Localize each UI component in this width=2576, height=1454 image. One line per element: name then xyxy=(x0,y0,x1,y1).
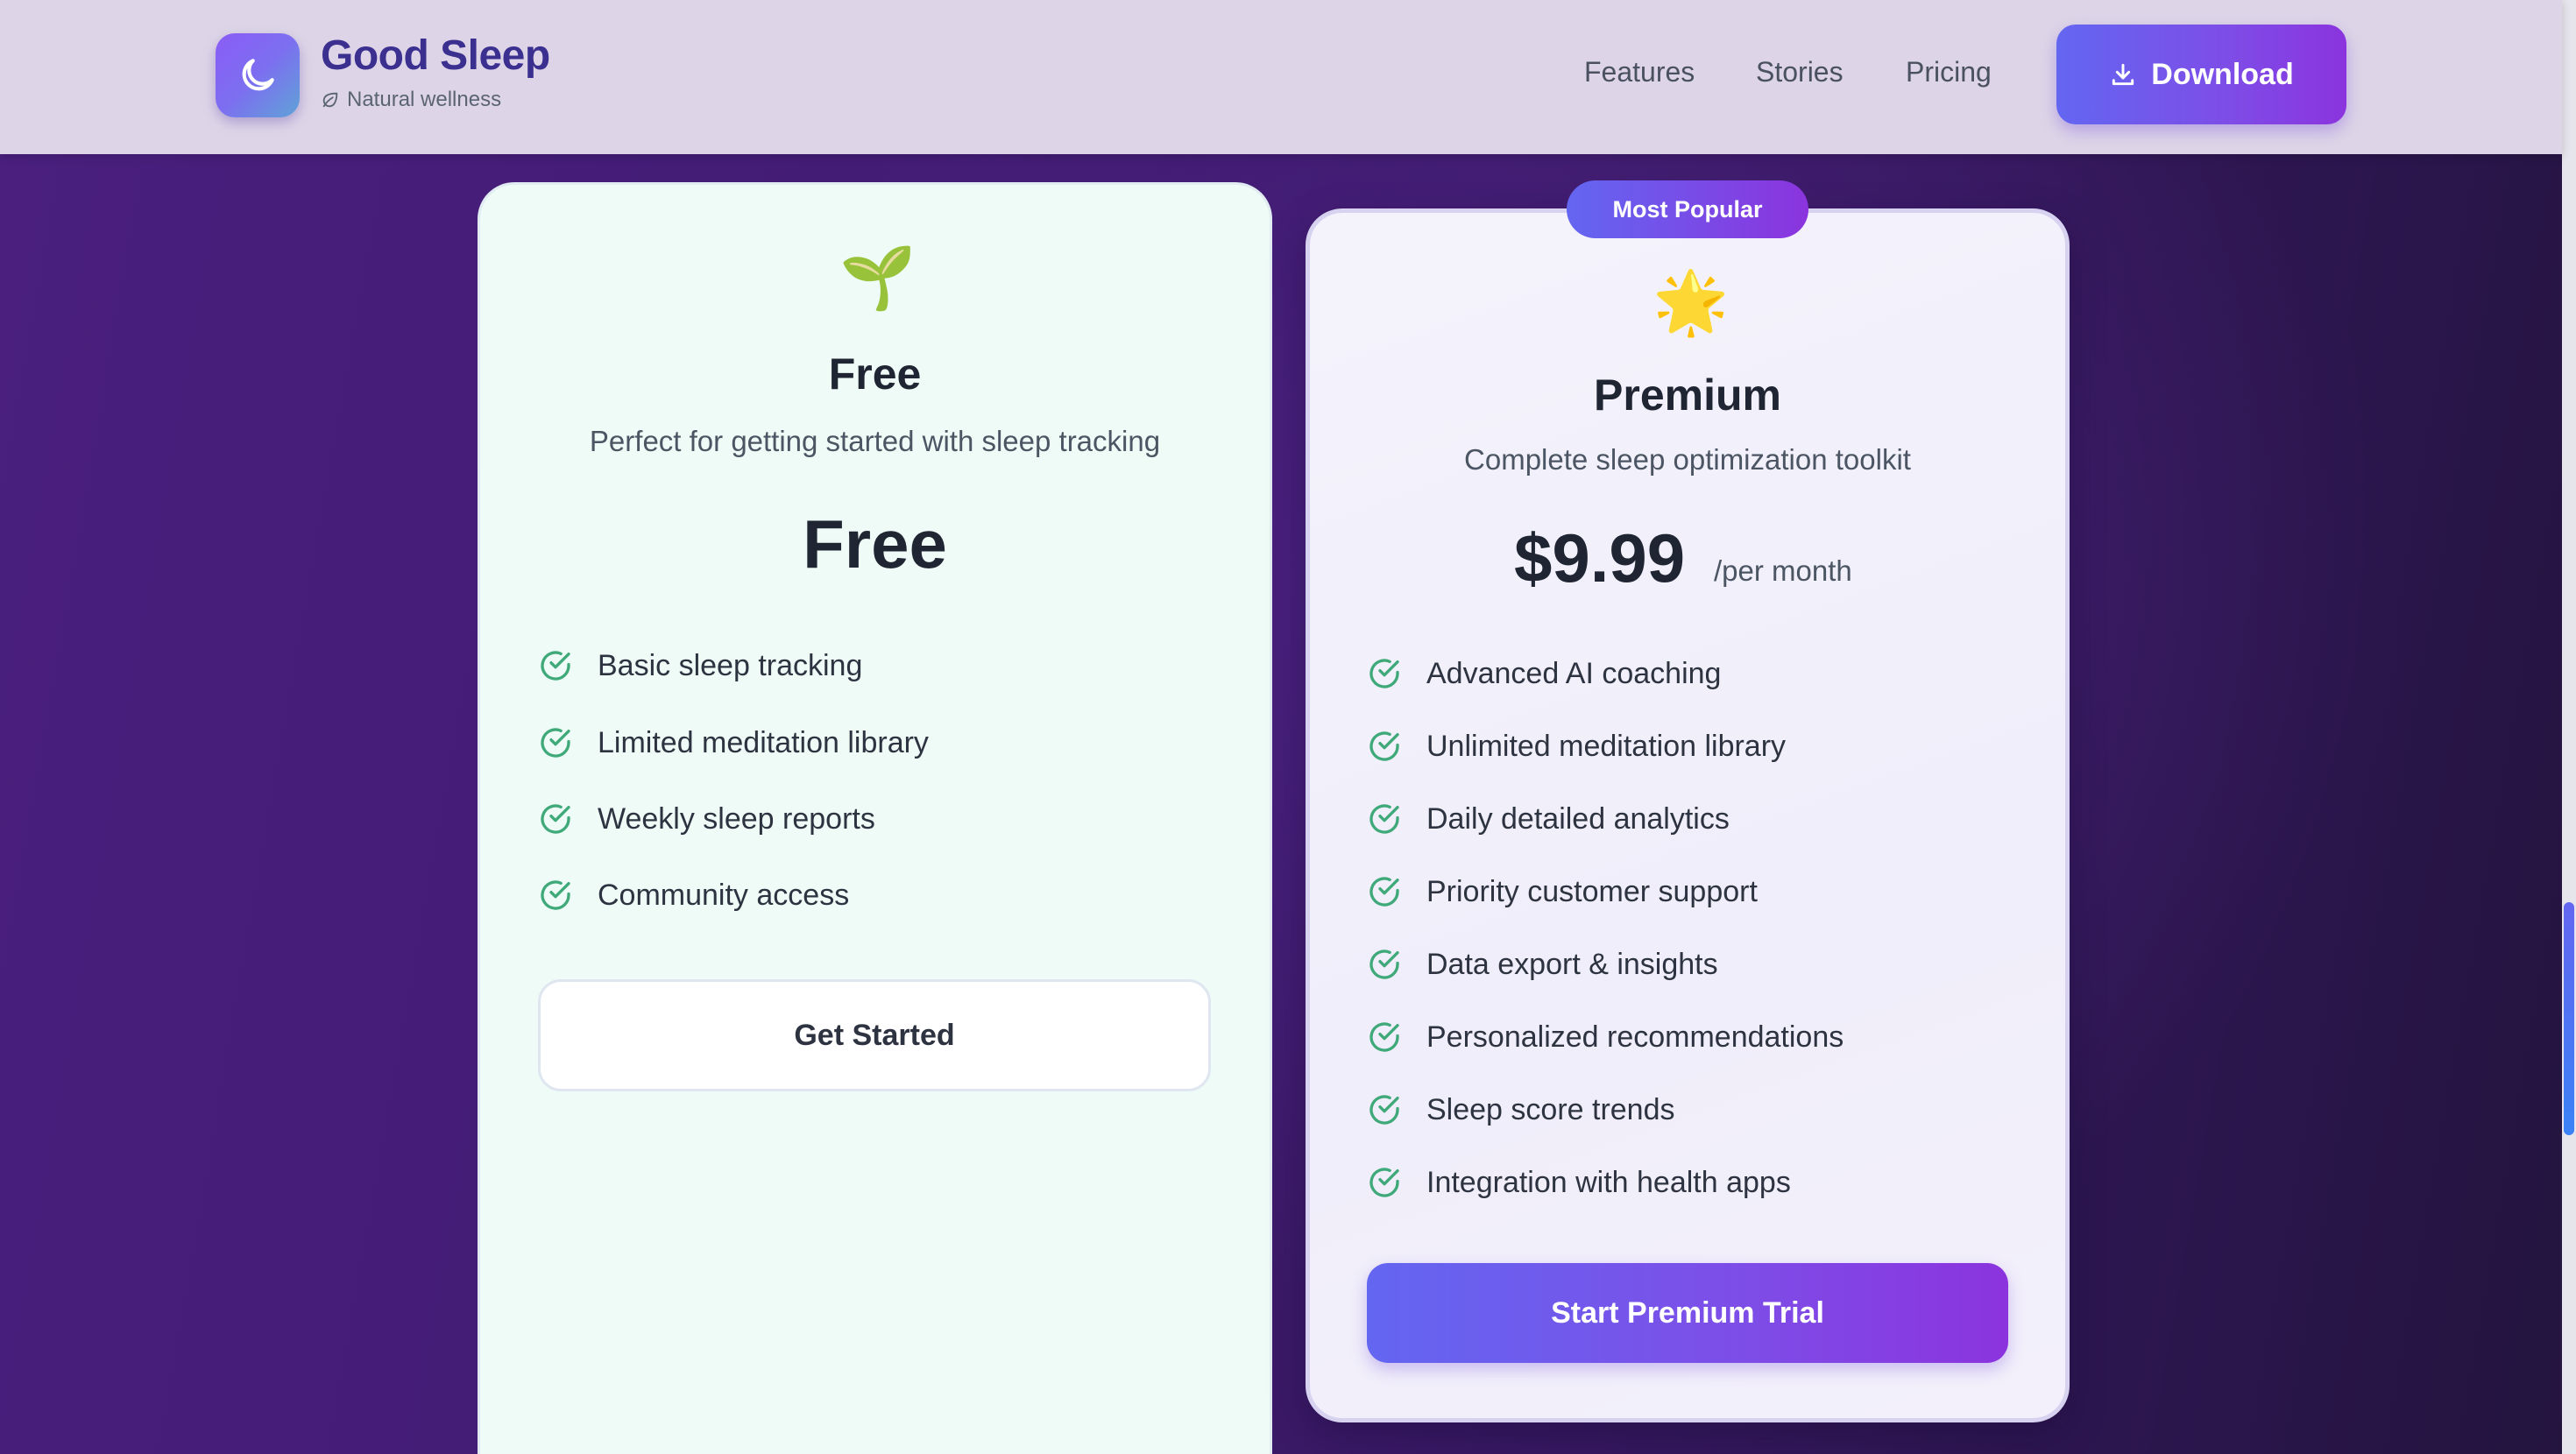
nav-link-pricing[interactable]: Pricing xyxy=(1906,56,1992,88)
feature-item: Sleep score trends xyxy=(1367,1089,1675,1131)
nav-link-features[interactable]: Features xyxy=(1584,56,1695,88)
check-circle-icon xyxy=(1369,659,1399,688)
check-circle-icon xyxy=(541,804,570,834)
feature-text: Personalized recommendations xyxy=(1426,1020,1844,1054)
start-premium-trial-button[interactable]: Start Premium Trial xyxy=(1367,1263,2008,1363)
brand-name[interactable]: Good Sleep xyxy=(321,32,550,80)
plan-name-free: Free xyxy=(828,349,922,399)
brand-tagline-text: Natural wellness xyxy=(347,88,502,111)
feature-text: Limited meditation library xyxy=(598,725,929,759)
feature-item: Weekly sleep reports xyxy=(538,798,875,840)
feature-item: Daily detailed analytics xyxy=(1367,798,1730,840)
plan-price-free: Free xyxy=(803,505,947,582)
feature-item: Community access xyxy=(538,874,849,916)
check-circle-icon xyxy=(1369,1168,1399,1197)
feature-text: Integration with health apps xyxy=(1426,1165,1791,1199)
moon-icon xyxy=(242,59,274,91)
feature-text: Weekly sleep reports xyxy=(598,801,875,836)
check-circle-icon xyxy=(1369,804,1399,834)
plan-description-premium: Complete sleep optimization toolkit xyxy=(1464,443,1911,476)
feature-item: Data export & insights xyxy=(1367,943,1718,985)
check-circle-icon xyxy=(1369,731,1399,761)
feature-text: Unlimited meditation library xyxy=(1426,729,1787,763)
plan-name-premium: Premium xyxy=(1594,371,1781,420)
plan-price-premium: $9.99 xyxy=(1514,519,1686,596)
check-circle-icon xyxy=(541,728,570,758)
download-button[interactable]: Download xyxy=(2056,25,2346,124)
page-scrollbar-thumb[interactable] xyxy=(2564,902,2574,1135)
feature-item: Personalized recommendations xyxy=(1367,1016,1844,1058)
get-started-button[interactable]: Get Started xyxy=(538,979,1211,1091)
most-popular-badge: Most Popular xyxy=(1567,180,1808,238)
plan-description-free: Perfect for getting started with sleep t… xyxy=(589,425,1161,457)
download-button-label: Download xyxy=(2151,57,2294,91)
page-scrollbar-track[interactable] xyxy=(2562,0,2576,1454)
feature-item: Integration with health apps xyxy=(1367,1161,1791,1203)
check-circle-icon xyxy=(541,651,570,681)
feature-text: Sleep score trends xyxy=(1426,1092,1675,1126)
top-nav-bar: Good Sleep Natural wellness Features Sto… xyxy=(0,0,2562,154)
check-circle-icon xyxy=(1369,949,1399,979)
check-circle-icon xyxy=(541,880,570,910)
check-circle-icon xyxy=(1369,1022,1399,1052)
plan-period-premium: /per month xyxy=(1714,554,1852,587)
nav-link-stories[interactable]: Stories xyxy=(1756,56,1844,88)
check-circle-icon xyxy=(1369,877,1399,907)
feature-text: Priority customer support xyxy=(1426,874,1758,908)
star-icon: 🌟 xyxy=(1652,268,1730,336)
feature-item: Limited meditation library xyxy=(538,722,929,764)
leaf-icon xyxy=(322,92,338,108)
seedling-icon: 🌱 xyxy=(839,244,916,312)
feature-text: Basic sleep tracking xyxy=(598,648,863,682)
feature-item: Priority customer support xyxy=(1367,871,1758,913)
feature-text: Advanced AI coaching xyxy=(1426,656,1722,690)
feature-text: Community access xyxy=(598,878,850,912)
download-icon xyxy=(2112,63,2134,86)
feature-text: Data export & insights xyxy=(1426,947,1718,981)
app-logo[interactable] xyxy=(216,33,300,117)
brand-tagline: Natural wellness xyxy=(321,88,501,112)
feature-item: Unlimited meditation library xyxy=(1367,725,1786,767)
check-circle-icon xyxy=(1369,1095,1399,1125)
feature-item: Basic sleep tracking xyxy=(538,645,862,687)
feature-item: Advanced AI coaching xyxy=(1367,653,1721,695)
feature-text: Daily detailed analytics xyxy=(1426,801,1730,836)
